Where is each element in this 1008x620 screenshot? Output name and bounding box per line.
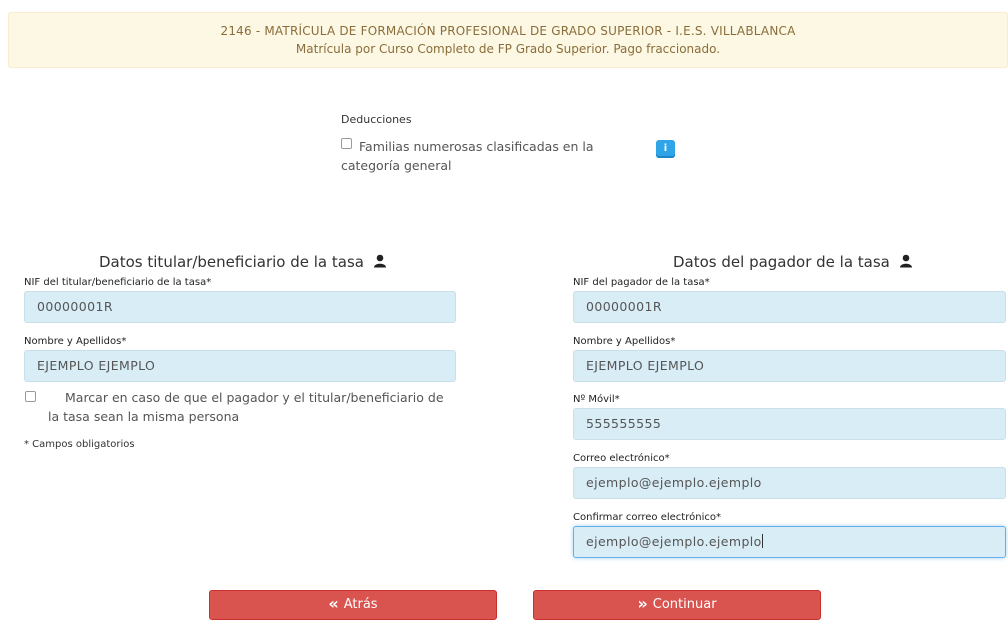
pagador-nif-input[interactable]: 00000001R xyxy=(573,291,1006,323)
deductions-title: Deducciones xyxy=(341,113,412,126)
pagador-confirm-email-value: ejemplo@ejemplo.ejemplo xyxy=(586,534,762,549)
procedure-subtitle: Matrícula por Curso Completo de FP Grado… xyxy=(295,42,721,56)
large-family-checkbox[interactable] xyxy=(341,138,352,149)
large-family-label: Familias numerosas clasificadas en la ca… xyxy=(341,139,594,173)
titular-section-title-text: Datos titular/beneficiario de la tasa xyxy=(99,253,364,271)
back-button-label: Atrás xyxy=(343,597,378,612)
header-banner: 2146 - MATRÍCULA DE FORMACIÓN PROFESIONA… xyxy=(8,12,1008,68)
pagador-email-label: Correo electrónico* xyxy=(573,453,670,464)
pagador-confirm-email-label: Confirmar correo electrónico* xyxy=(573,512,721,523)
user-icon xyxy=(373,254,387,268)
pagador-nif-label: NIF del pagador de la tasa* xyxy=(573,277,710,288)
continue-button[interactable]: » Continuar xyxy=(533,590,821,620)
titular-name-input[interactable]: EJEMPLO EJEMPLO xyxy=(24,350,456,382)
procedure-title: 2146 - MATRÍCULA DE FORMACIÓN PROFESIONA… xyxy=(220,24,796,38)
pagador-mobile-input[interactable]: 555555555 xyxy=(573,408,1006,440)
pagador-name-label: Nombre y Apellidos* xyxy=(573,336,676,347)
titular-section-title: Datos titular/beneficiario de la tasa xyxy=(99,253,387,271)
pagador-section-title: Datos del pagador de la tasa xyxy=(673,253,913,271)
double-chevron-left-icon: « xyxy=(328,594,339,613)
titular-nif-input[interactable]: 00000001R xyxy=(24,291,456,323)
back-button[interactable]: « Atrás xyxy=(209,590,497,620)
user-icon xyxy=(899,254,913,268)
continue-button-label: Continuar xyxy=(652,597,717,612)
text-cursor xyxy=(761,534,763,548)
pagador-confirm-email-input[interactable]: ejemplo@ejemplo.ejemplo xyxy=(573,526,1006,558)
info-icon[interactable]: i xyxy=(656,140,675,158)
double-chevron-right-icon: » xyxy=(637,594,648,613)
pagador-email-input[interactable]: ejemplo@ejemplo.ejemplo xyxy=(573,467,1006,499)
pagador-name-input[interactable]: EJEMPLO EJEMPLO xyxy=(573,350,1006,382)
same-person-checkbox[interactable] xyxy=(25,391,36,402)
pagador-mobile-label: Nº Móvil* xyxy=(573,394,620,405)
pagador-section-title-text: Datos del pagador de la tasa xyxy=(673,253,890,271)
same-person-label: Marcar en caso de que el pagador y el ti… xyxy=(48,390,444,424)
required-fields-note: * Campos obligatorios xyxy=(24,439,135,450)
titular-name-label: Nombre y Apellidos* xyxy=(24,336,127,347)
titular-nif-label: NIF del titular/beneficiario de la tasa* xyxy=(24,277,212,288)
